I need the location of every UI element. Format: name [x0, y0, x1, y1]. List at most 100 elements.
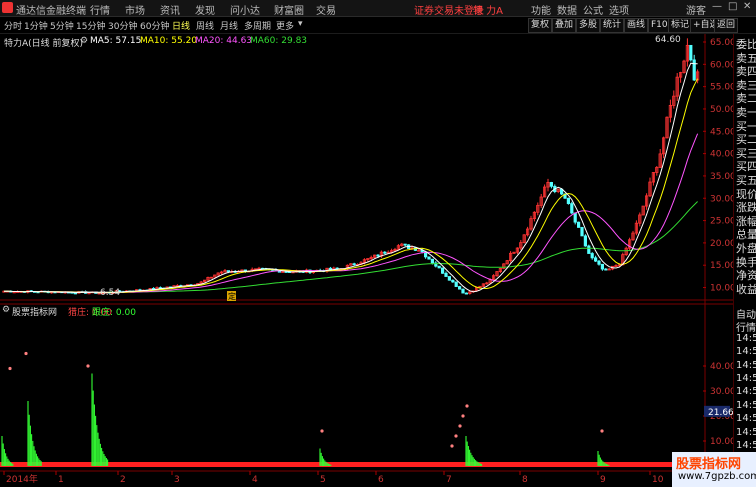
menu-market-quotes[interactable]: 行情	[90, 2, 110, 17]
candle	[427, 256, 431, 260]
period-toolbar: 分时 1分钟 5分钟 15分钟 30分钟 60分钟 日线 周线 月线 多周期 更…	[0, 17, 756, 34]
ma10-label: MA10: 55.20	[140, 36, 198, 46]
signal-dot	[458, 424, 462, 428]
statistics-button[interactable]: 统计	[600, 18, 625, 33]
side-label: 收益	[736, 282, 756, 296]
side-time-label: 14:56	[736, 386, 756, 398]
side-time-label: 14:56	[736, 332, 756, 344]
signal-dot	[24, 351, 28, 356]
y-tick-label: 65.00	[710, 38, 733, 48]
y-tick-label: 35.00	[710, 172, 733, 182]
period-intraday[interactable]: 分时	[4, 19, 22, 32]
kline-chart[interactable]: 65.00 60.00 55.00 50.00 45.00 40.00 35.00 30.00…	[0, 34, 733, 487]
period-more-arrow-icon[interactable]: ▾	[298, 19, 303, 29]
period-1min[interactable]: 1分钟	[24, 19, 48, 32]
candle	[573, 212, 577, 223]
x-tick-label: 4	[252, 475, 258, 485]
candle	[430, 258, 435, 264]
period-60min[interactable]: 60分钟	[140, 19, 169, 32]
indicator-line2: 跟庄: 0.00	[92, 308, 136, 318]
indicator-settings-icon[interactable]: ⚙	[2, 305, 10, 315]
candle	[583, 235, 588, 247]
draw-line-button[interactable]: 画线	[624, 18, 649, 33]
side-time-label: 14:56	[736, 359, 756, 371]
x-tick-label: 7	[446, 475, 452, 485]
menu-data[interactable]: 数据	[557, 2, 577, 17]
mark-button[interactable]: 标记	[668, 18, 693, 33]
signal-dot	[8, 366, 12, 371]
indicator-current-value: 21.66	[708, 408, 733, 418]
candle	[590, 253, 594, 259]
menu-trade[interactable]: 交易	[316, 2, 336, 17]
period-monthly[interactable]: 月线	[220, 19, 238, 32]
menu-functions[interactable]: 功能	[531, 2, 551, 17]
side-time-label: 14:56	[736, 399, 756, 411]
candle	[600, 263, 605, 270]
x-tick-label: 9	[600, 475, 606, 485]
menu-bar: 通达信金融终端 行情 市场 资讯 发现 问小达 财富圈 交易 证券交易未登录 特…	[0, 0, 756, 17]
menu-wealth[interactable]: 财富圈	[274, 2, 304, 17]
signal-dot	[320, 429, 324, 433]
stock-period-label: 特力A(日线 前复权)	[4, 39, 84, 49]
x-tick-label: 3	[174, 475, 180, 485]
x-tick-label: 2014年	[6, 473, 38, 485]
candle	[549, 182, 554, 187]
period-15min[interactable]: 15分钟	[76, 19, 105, 32]
x-tick-label: 2	[120, 475, 126, 485]
indicator-name: 股票指标网	[12, 308, 58, 318]
candle	[464, 292, 469, 295]
menu-formula[interactable]: 公式	[583, 2, 603, 17]
side-time-label: 14:56	[736, 413, 756, 425]
menu-discover[interactable]: 发现	[195, 2, 215, 17]
back-button[interactable]: 返回	[714, 18, 739, 33]
x-tick-label: 8	[522, 475, 528, 485]
menu-options[interactable]: 选项	[609, 2, 629, 17]
event-marker-label: 定	[228, 291, 236, 301]
maximize-icon[interactable]: □	[728, 1, 737, 12]
side-time-label: 14:56	[736, 440, 756, 451]
period-5min[interactable]: 5分钟	[50, 19, 74, 32]
period-daily[interactable]: 日线	[172, 19, 190, 32]
signal-dot	[461, 414, 465, 418]
period-multi[interactable]: 多周期	[244, 19, 271, 32]
candle	[580, 227, 584, 237]
signal-dot	[465, 404, 469, 408]
candle	[437, 265, 441, 269]
menu-ask[interactable]: 问小达	[230, 2, 260, 17]
period-30min[interactable]: 30分钟	[108, 19, 137, 32]
ma5-line	[3, 62, 698, 294]
indicator-y-label: 30.00	[710, 387, 733, 397]
overlay-button[interactable]: 叠加	[552, 18, 577, 33]
y-tick-label: 60.00	[710, 60, 733, 70]
x-tick-label: 10	[652, 475, 664, 485]
candle	[457, 286, 462, 290]
period-more[interactable]: 更多	[276, 19, 294, 32]
candle	[226, 270, 230, 273]
menu-markets[interactable]: 市场	[125, 2, 145, 17]
ma-settings-icon[interactable]: ⚙	[80, 36, 88, 46]
y-tick-label: 55.00	[710, 83, 733, 93]
ma60-label: MA60: 29.83	[250, 36, 308, 46]
candle	[454, 281, 458, 287]
current-stock: 特 力A	[473, 6, 504, 17]
candle	[383, 251, 387, 254]
multi-stock-button[interactable]: 多股	[576, 18, 601, 33]
menu-news[interactable]: 资讯	[160, 2, 180, 17]
period-weekly[interactable]: 周线	[196, 19, 214, 32]
candle	[577, 221, 581, 228]
close-icon[interactable]: ✕	[743, 1, 751, 12]
guest-label[interactable]: 游客	[686, 2, 706, 17]
candle	[692, 59, 696, 81]
candle	[376, 254, 380, 257]
minimize-icon[interactable]: —	[712, 1, 722, 12]
watermark-url: www.7gpzb.com	[678, 471, 756, 482]
y-tick-label: 50.00	[710, 105, 733, 115]
indicator-y-label: 10.00	[710, 437, 733, 447]
adjust-button[interactable]: 复权	[528, 18, 553, 33]
x-tick-label: 5	[320, 475, 326, 485]
side-time-label: 14:56	[736, 346, 756, 358]
y-tick-label: 10.00	[710, 284, 733, 294]
candle	[570, 203, 574, 214]
signal-dot	[86, 364, 90, 368]
y-tick-label: 15.00	[710, 261, 733, 271]
